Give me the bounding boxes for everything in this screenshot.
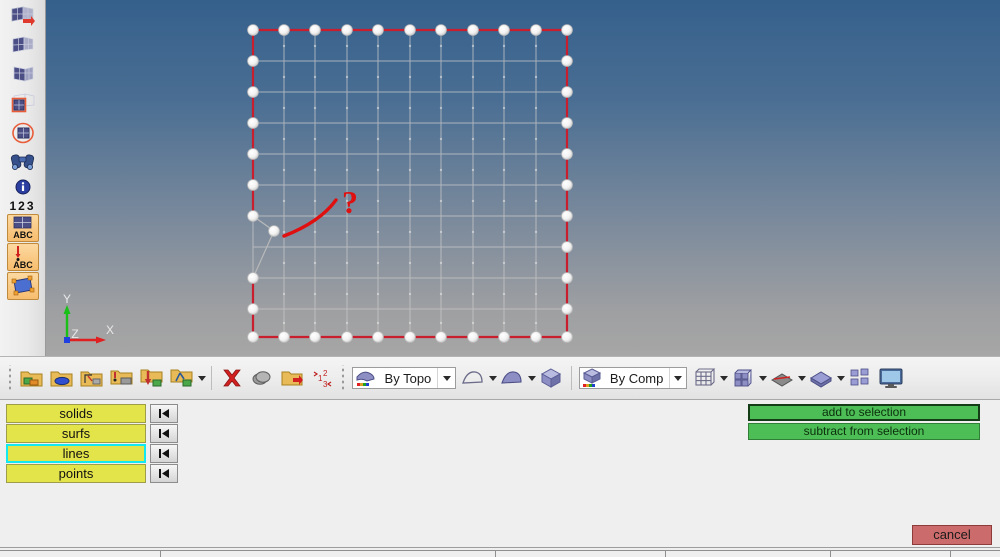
toolbar-grip-2[interactable] bbox=[340, 365, 347, 391]
svg-text:ABC: ABC bbox=[13, 260, 33, 269]
entity-button-column: solids surfs lines points bbox=[6, 404, 178, 484]
by-topo-dropdown-arrow[interactable] bbox=[437, 368, 455, 388]
renumber-icon[interactable]: 2 1 3 bbox=[308, 363, 336, 393]
binoculars-icon[interactable] bbox=[7, 148, 39, 176]
toolbar-grip[interactable] bbox=[7, 365, 14, 391]
solids-nav-button[interactable] bbox=[150, 404, 178, 423]
points-nav-button[interactable] bbox=[150, 464, 178, 483]
folder-red-icon[interactable] bbox=[278, 363, 306, 393]
solids-button[interactable]: solids bbox=[6, 404, 146, 423]
status-bar bbox=[0, 547, 1000, 557]
svg-text:3: 3 bbox=[323, 380, 328, 389]
add-to-selection-button[interactable]: add to selection bbox=[748, 404, 980, 421]
mesh-lines-icon[interactable] bbox=[768, 363, 796, 393]
lines-button[interactable]: lines bbox=[6, 444, 146, 463]
mesh-circle-icon[interactable] bbox=[7, 119, 39, 147]
component-import-icon[interactable] bbox=[138, 363, 166, 393]
subtract-from-selection-button[interactable]: subtract from selection bbox=[748, 423, 980, 440]
topo-surface-icon bbox=[353, 368, 379, 388]
toolbar-separator-2 bbox=[571, 366, 572, 390]
annotation-arrow bbox=[282, 198, 338, 238]
shaded-plate-icon[interactable] bbox=[807, 363, 835, 393]
node-abc-icon[interactable]: ABC bbox=[6, 243, 39, 271]
toolbar-separator-1 bbox=[211, 366, 212, 390]
left-toolbar: 123 ABC ABC bbox=[0, 0, 46, 356]
svg-text:ABC: ABC bbox=[13, 230, 33, 240]
entity-row-lines: lines bbox=[6, 444, 178, 463]
svg-text:Z: Z bbox=[71, 327, 78, 341]
component-blue-icon[interactable] bbox=[48, 363, 76, 393]
delete-icon[interactable] bbox=[218, 363, 246, 393]
svg-text:X: X bbox=[106, 323, 114, 337]
selection-action-column: add to selection subtract from selection bbox=[748, 404, 980, 442]
numbers-123-label: 123 bbox=[9, 198, 36, 213]
by-topo-value: By Topo bbox=[384, 370, 432, 386]
shaded-cube-icon[interactable] bbox=[729, 363, 757, 393]
by-comp-combo[interactable]: By Comp bbox=[579, 367, 687, 389]
shaded-cube-dropdown[interactable] bbox=[758, 363, 767, 393]
entity-row-points: points bbox=[6, 464, 178, 483]
status-cell-3 bbox=[496, 550, 666, 557]
3d-viewport[interactable]: ? Y X Z bbox=[46, 0, 1000, 356]
surface-shade-icon[interactable] bbox=[498, 363, 526, 393]
status-cell-1 bbox=[0, 550, 160, 557]
info-icon[interactable] bbox=[7, 177, 39, 197]
mesh-abc-icon[interactable]: ABC bbox=[6, 214, 39, 242]
entity-row-solids: solids bbox=[6, 404, 178, 423]
surfs-nav-button[interactable] bbox=[150, 424, 178, 443]
cancel-button[interactable]: cancel bbox=[912, 525, 992, 545]
entity-selection-panel: solids surfs lines points add to selecti… bbox=[0, 400, 1000, 557]
mesh-graphics bbox=[247, 24, 573, 343]
svg-text:2: 2 bbox=[323, 369, 328, 378]
component-collectors-icon[interactable] bbox=[18, 363, 46, 393]
component-table-icon[interactable] bbox=[78, 363, 106, 393]
by-comp-dropdown-arrow[interactable] bbox=[669, 368, 686, 388]
comp-cube-icon bbox=[580, 368, 604, 388]
by-comp-value: By Comp bbox=[609, 370, 664, 386]
axis-triad: Y X Z bbox=[54, 288, 124, 350]
svg-text:Y: Y bbox=[63, 292, 71, 306]
main-toolbar: 2 1 3 By Topo By Comp bbox=[0, 356, 1000, 400]
application-window: 123 ABC ABC ? Y X Z 2 1 3 By Topo By Com… bbox=[0, 0, 1000, 557]
component-properties-icon[interactable] bbox=[108, 363, 136, 393]
status-cell-2 bbox=[160, 550, 496, 557]
component-group-dropdown[interactable] bbox=[197, 363, 206, 393]
surfs-button[interactable]: surfs bbox=[6, 424, 146, 443]
component-organize-icon[interactable] bbox=[168, 363, 196, 393]
status-cell-5 bbox=[831, 550, 951, 557]
mesh-shaded-icon[interactable] bbox=[7, 61, 39, 89]
surface-shade-dropdown[interactable] bbox=[527, 363, 536, 393]
mesh-select-icon[interactable] bbox=[7, 90, 39, 118]
points-button[interactable]: points bbox=[6, 464, 146, 483]
surface-line-dropdown[interactable] bbox=[488, 363, 497, 393]
lines-nav-button[interactable] bbox=[150, 444, 178, 463]
surface-icon[interactable] bbox=[6, 272, 39, 300]
by-topo-combo[interactable]: By Topo bbox=[352, 367, 456, 389]
status-cell-4 bbox=[666, 550, 831, 557]
mesh-import-icon[interactable] bbox=[7, 3, 39, 31]
wire-cube-icon[interactable] bbox=[690, 363, 718, 393]
annotation-question-mark: ? bbox=[342, 184, 358, 220]
tile-windows-icon[interactable] bbox=[846, 363, 874, 393]
entity-row-surfs: surfs bbox=[6, 424, 178, 443]
display-monitor-icon[interactable] bbox=[876, 363, 906, 393]
shaded-plate-dropdown[interactable] bbox=[836, 363, 845, 393]
status-cell-6 bbox=[951, 550, 1000, 557]
mask-icon[interactable] bbox=[248, 363, 276, 393]
surface-line-icon[interactable] bbox=[459, 363, 487, 393]
wire-cube-dropdown[interactable] bbox=[719, 363, 728, 393]
mesh-lines-dropdown[interactable] bbox=[797, 363, 806, 393]
mesh-plain-icon[interactable] bbox=[7, 32, 39, 60]
solid-cube-icon[interactable] bbox=[537, 363, 565, 393]
